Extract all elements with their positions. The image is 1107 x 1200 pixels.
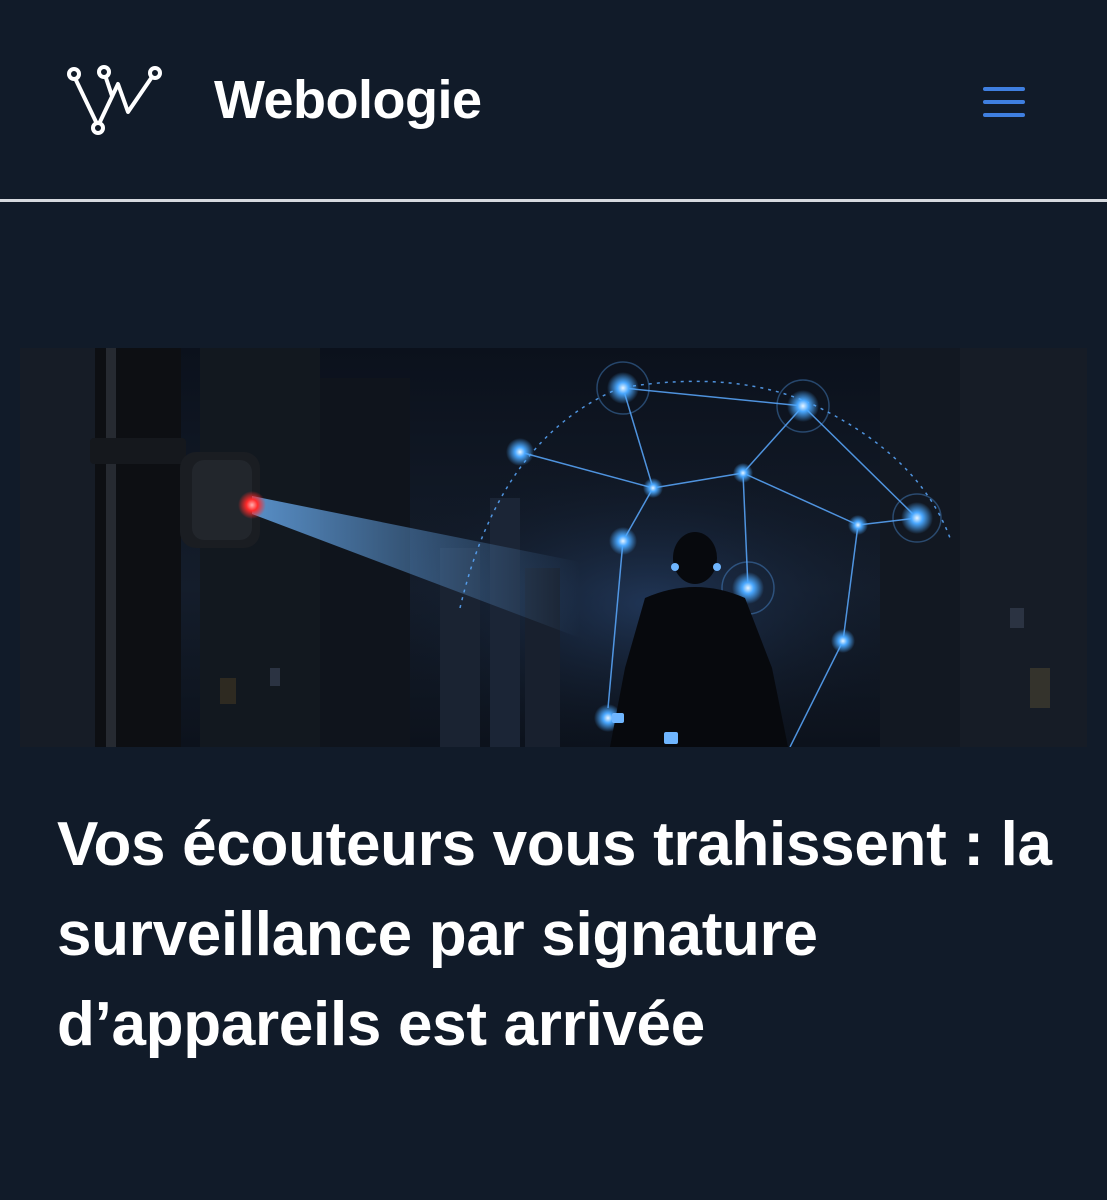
menu-bar	[983, 113, 1025, 117]
article-title[interactable]: Vos écouteurs vous trahissent : la surve…	[57, 800, 1057, 1070]
header-divider	[0, 199, 1107, 202]
menu-bar	[983, 87, 1025, 91]
brand-name[interactable]: Webologie	[214, 68, 482, 132]
menu-bar	[983, 100, 1025, 104]
hero-image	[20, 348, 1087, 747]
site-header: Webologie	[0, 0, 1107, 199]
hamburger-menu-icon[interactable]	[972, 78, 1036, 126]
webologie-logo-icon[interactable]	[66, 62, 162, 136]
